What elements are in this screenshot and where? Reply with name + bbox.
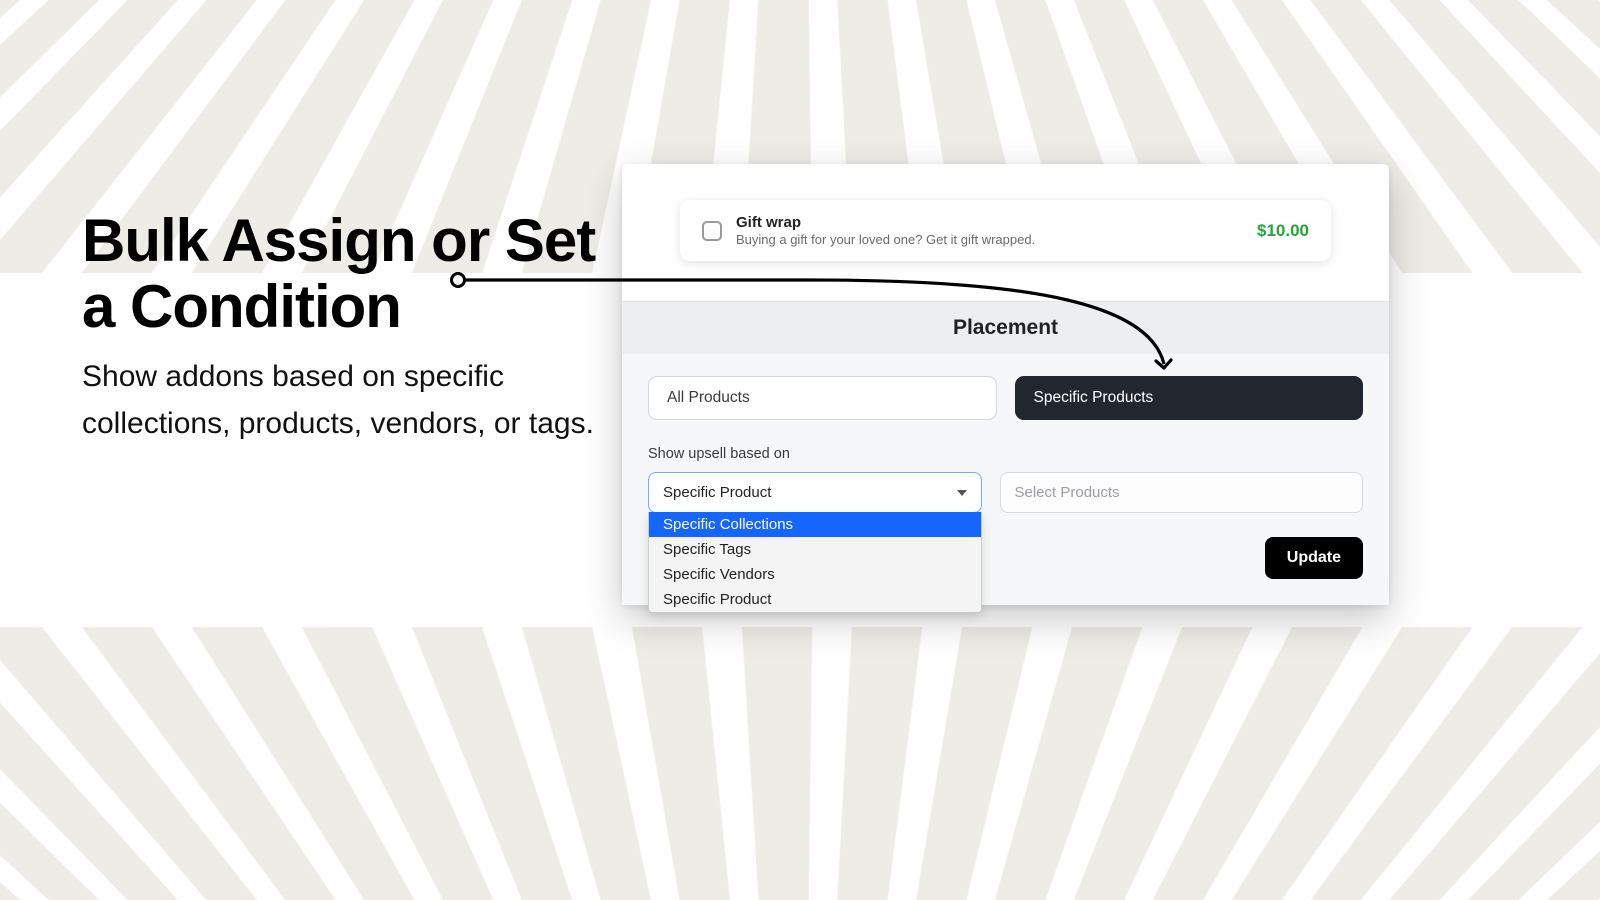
- addon-checkbox[interactable]: [702, 221, 722, 241]
- chevron-down-icon: [957, 490, 967, 496]
- option-specific-vendors[interactable]: Specific Vendors: [649, 562, 981, 587]
- upsell-basis-select-wrap: Specific Product Specific Collections Sp…: [648, 472, 982, 513]
- addon-description: Buying a gift for your loved one? Get it…: [736, 232, 1035, 247]
- update-button[interactable]: Update: [1265, 537, 1363, 579]
- option-specific-product[interactable]: Specific Product: [649, 587, 981, 612]
- callout-arrow: [448, 268, 1188, 388]
- addon-title: Gift wrap: [736, 214, 1035, 231]
- option-specific-tags[interactable]: Specific Tags: [649, 537, 981, 562]
- upsell-basis-select[interactable]: Specific Product: [648, 472, 982, 513]
- upsell-basis-dropdown: Specific Collections Specific Tags Speci…: [648, 512, 982, 613]
- addon-price: $10.00: [1257, 221, 1309, 241]
- upsell-basis-label: Show upsell based on: [648, 446, 1363, 462]
- addon-card: Gift wrap Buying a gift for your loved o…: [680, 200, 1331, 261]
- option-specific-collections[interactable]: Specific Collections: [649, 512, 981, 537]
- select-value: Specific Product: [663, 484, 771, 501]
- product-picker[interactable]: Select Products: [1000, 472, 1364, 513]
